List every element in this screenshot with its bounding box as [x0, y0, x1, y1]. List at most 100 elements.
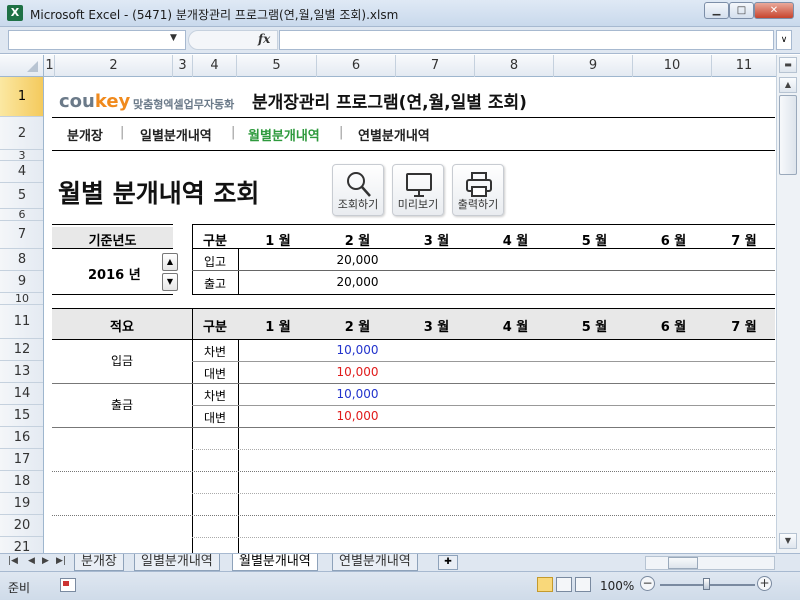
nav-link-journal[interactable]: 분개장	[67, 125, 103, 144]
row-header[interactable]: 18	[0, 471, 43, 493]
row-header[interactable]: 19	[0, 493, 43, 515]
summary-cell[interactable]: 20,000	[318, 253, 397, 267]
detail-credit-cell[interactable]: 10,000	[318, 409, 397, 423]
prev-sheet-icon[interactable]: ◀	[28, 556, 35, 566]
search-button-label: 조회하기	[337, 198, 379, 211]
row-header[interactable]: 10	[0, 292, 43, 305]
insert-sheet-icon[interactable]: ✚	[438, 555, 458, 570]
select-all-triangle-icon	[27, 61, 38, 72]
vertical-scrollbar[interactable]: ▬ ▲ ▼	[776, 55, 800, 553]
record-macro-icon[interactable]	[60, 578, 76, 592]
sheet-tab-bar: |◀ ◀ ▶ ▶| 분개장 일별분개내역 월별분개내역 연별분개내역 ✚	[0, 553, 800, 571]
column-header[interactable]: 7	[396, 55, 475, 77]
name-box[interactable]	[8, 30, 186, 50]
preview-button[interactable]: 미리보기	[392, 164, 444, 216]
page-title: 월별 분개내역 조회	[58, 179, 260, 208]
scroll-up-icon[interactable]: ▲	[779, 77, 797, 93]
maximize-button[interactable]: □	[729, 2, 754, 19]
zoom-slider-thumb[interactable]	[703, 578, 710, 590]
row-header[interactable]: 6	[0, 208, 43, 221]
zoom-out-icon[interactable]: −	[640, 576, 655, 591]
column-header[interactable]: 9	[554, 55, 633, 77]
expand-formula-icon[interactable]: ∨	[776, 30, 792, 50]
row-header[interactable]: 12	[0, 339, 43, 361]
worksheet[interactable]: coukey 맞춤형엑셀업무자동화 분개장관리 프로그램(연,월,일별 조회) …	[45, 77, 775, 553]
zoom-in-icon[interactable]: +	[757, 576, 772, 591]
page-break-view-icon[interactable]	[575, 577, 591, 592]
minimize-button[interactable]: ▁	[704, 2, 729, 19]
column-header[interactable]: 6	[317, 55, 396, 77]
year-down-button[interactable]: ▼	[162, 273, 178, 291]
year-up-button[interactable]: ▲	[162, 253, 178, 271]
column-header[interactable]: 10	[633, 55, 712, 77]
next-sheet-icon[interactable]: ▶	[42, 556, 49, 566]
scroll-down-icon[interactable]: ▼	[779, 533, 797, 549]
page-layout-view-icon[interactable]	[556, 577, 572, 592]
detail-credit-cell[interactable]: 10,000	[318, 365, 397, 379]
row-header[interactable]: 5	[0, 183, 43, 209]
status-ready: 준비	[8, 581, 31, 595]
nav-link-monthly[interactable]: 월별분개내역	[248, 125, 320, 144]
horizontal-scroll-thumb[interactable]	[668, 557, 698, 569]
detail-debit-cell[interactable]: 10,000	[318, 343, 397, 357]
detail-header-month: 6 월	[660, 320, 687, 335]
close-button[interactable]: ✕	[754, 2, 794, 19]
column-header[interactable]: 4	[193, 55, 237, 77]
column-header[interactable]: 5	[237, 55, 317, 77]
print-button[interactable]: 출력하기	[452, 164, 504, 216]
split-handle-icon[interactable]: ▬	[779, 57, 797, 73]
summary-table: 구분 1 월 2 월 3 월 4 월 5 월 6 월 7 월 입고 20,000…	[192, 224, 775, 295]
row-header[interactable]: 20	[0, 515, 43, 537]
vertical-scroll-thumb[interactable]	[779, 95, 797, 175]
sheet-tab-yearly[interactable]: 연별분개내역	[332, 554, 418, 571]
sheet-tab-monthly[interactable]: 월별분개내역	[232, 554, 318, 571]
first-sheet-icon[interactable]: |◀	[8, 556, 18, 566]
row-header[interactable]: 3	[0, 149, 43, 162]
summary-cell[interactable]: 20,000	[318, 275, 397, 289]
row-header[interactable]: 15	[0, 405, 43, 427]
column-header[interactable]: 11	[712, 55, 776, 77]
window-title: Microsoft Excel - (5471) 분개장관리 프로그램(연,월,…	[30, 8, 399, 22]
horizontal-scrollbar[interactable]	[645, 556, 775, 570]
row-header[interactable]: 16	[0, 427, 43, 449]
year-value: 2016 년	[88, 268, 141, 283]
coukey-logo: coukey	[59, 91, 131, 112]
row-header[interactable]: 13	[0, 361, 43, 383]
column-header[interactable]: 1	[45, 55, 55, 77]
column-header[interactable]: 3	[173, 55, 193, 77]
insert-function-button[interactable]: fx	[258, 32, 270, 46]
detail-debit-cell[interactable]: 10,000	[318, 387, 397, 401]
column-header[interactable]: 2	[55, 55, 173, 77]
row-header[interactable]: 17	[0, 449, 43, 471]
row-header[interactable]: 8	[0, 249, 43, 271]
normal-view-icon[interactable]	[537, 577, 553, 592]
formula-input[interactable]	[279, 30, 774, 50]
last-sheet-icon[interactable]: ▶|	[56, 556, 66, 566]
row-header[interactable]: 9	[0, 271, 43, 293]
row-header[interactable]: 11	[0, 305, 43, 339]
summary-header-month: 7 월	[731, 234, 757, 249]
sheet-tab-journal[interactable]: 분개장	[74, 554, 124, 571]
column-header[interactable]: 8	[475, 55, 554, 77]
row-header[interactable]: 21	[0, 537, 43, 553]
divider	[52, 117, 775, 118]
zoom-level[interactable]: 100%	[600, 579, 634, 593]
row-header[interactable]: 1	[0, 77, 43, 117]
sheet-tab-daily[interactable]: 일별분개내역	[134, 554, 220, 571]
row-header[interactable]: 4	[0, 161, 43, 183]
row-header[interactable]: 2	[0, 117, 43, 150]
row-header[interactable]: 7	[0, 221, 43, 249]
column-headers: 1 2 3 4 5 6 7 8 9 10 11	[0, 55, 776, 77]
preview-button-label: 미리보기	[397, 198, 439, 211]
row-header[interactable]: 14	[0, 383, 43, 405]
select-all-button[interactable]	[0, 55, 44, 77]
nav-link-yearly[interactable]: 연별분개내역	[358, 125, 430, 144]
chevron-down-icon[interactable]: ▼	[170, 33, 177, 43]
detail-group-label: 입금	[110, 354, 134, 368]
summary-header-month: 2 월	[344, 234, 371, 249]
search-button[interactable]: 조회하기	[332, 164, 384, 216]
detail-group-label: 출금	[110, 398, 134, 412]
nav-link-daily[interactable]: 일별분개내역	[140, 125, 212, 144]
detail-header-month: 3 월	[423, 320, 450, 335]
detail-type-label: 차변	[203, 389, 227, 403]
